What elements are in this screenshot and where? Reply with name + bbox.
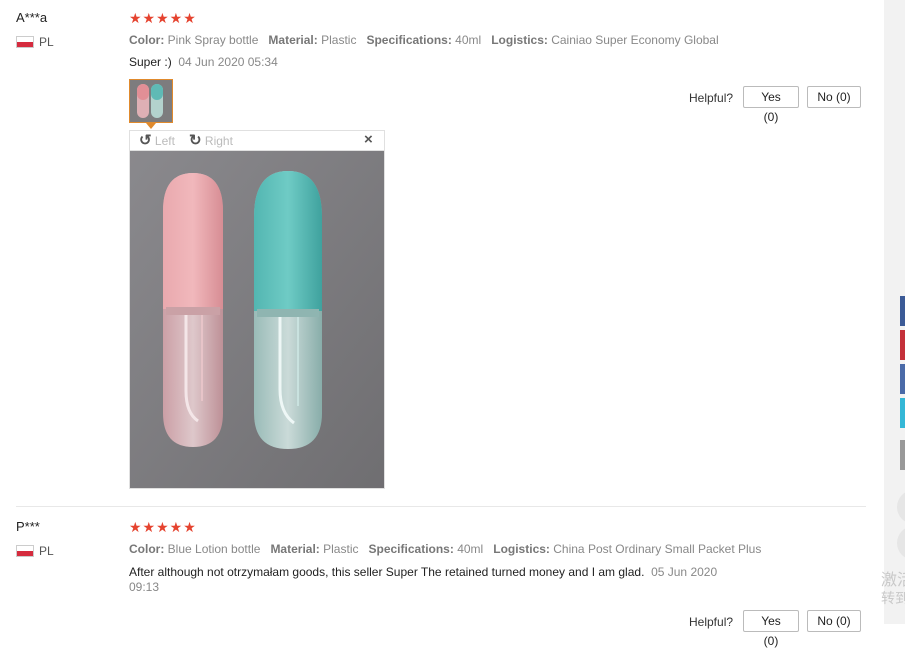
review-time: 09:13: [129, 580, 160, 594]
review-body: After although not otrzymałam goods, thi…: [129, 565, 645, 579]
share-twitter-icon[interactable]: [900, 398, 905, 428]
share-vk-icon[interactable]: [900, 364, 905, 394]
review-photo-thumbnail[interactable]: [129, 79, 173, 123]
rotate-left-icon: ↺: [139, 132, 152, 149]
attr-value: Plastic: [321, 33, 357, 47]
helpful-no-button[interactable]: No (0): [807, 86, 861, 108]
helpful-yes-button[interactable]: Yes (0): [743, 610, 799, 648]
attr-key: Material:: [270, 542, 320, 556]
attr-key: Color:: [129, 542, 165, 556]
attr-key: Logistics:: [491, 33, 548, 47]
attr-value: Cainiao Super Economy Global: [551, 33, 719, 47]
reviewer-name: A***a: [16, 10, 48, 25]
attr-value: 40ml: [457, 542, 484, 556]
close-viewer-icon[interactable]: ×: [364, 131, 373, 148]
review-divider: [16, 506, 866, 507]
attr-value: China Post Ordinary Small Packet Plus: [553, 542, 762, 556]
helpful-no-button[interactable]: No (0): [807, 610, 861, 632]
thumbnail-pointer-icon: [146, 123, 156, 129]
reviewer-country: PL: [39, 544, 54, 558]
review-body: Super :): [129, 55, 172, 69]
attr-value: Plastic: [323, 542, 359, 556]
rotate-left-button[interactable]: ↺ Left: [139, 131, 175, 149]
attr-key: Specifications:: [368, 542, 454, 556]
review-photo-large: [129, 150, 385, 489]
attr-key: Specifications:: [366, 33, 452, 47]
attr-value: Blue Lotion bottle: [167, 542, 261, 556]
attr-key: Color:: [129, 33, 165, 47]
share-pinterest-icon[interactable]: [900, 330, 905, 360]
reviewer-name: P***: [16, 519, 40, 534]
rotate-right-label: Right: [204, 134, 233, 148]
review-text: Super :) 04 Jun 2020 05:34: [129, 54, 278, 70]
reviewer-country: PL: [39, 35, 54, 49]
attr-value: 40ml: [455, 33, 482, 47]
review-date: 05 Jun 2020: [651, 565, 718, 579]
watermark-line-2: 转到: [881, 590, 905, 606]
star-rating: ★★★★★: [129, 10, 197, 26]
rotate-right-icon: ↻: [189, 132, 202, 149]
product-attributes: Color: Pink Spray bottle Material: Plast…: [129, 33, 719, 47]
star-rating: ★★★★★: [129, 519, 197, 535]
country-flag-icon: [16, 544, 34, 562]
helpful-yes-button[interactable]: Yes (0): [743, 86, 799, 124]
attr-key: Logistics:: [493, 542, 550, 556]
share-more-icon[interactable]: [900, 440, 905, 470]
country-flag-icon: [16, 35, 34, 53]
watermark-line-1: 激活: [881, 572, 905, 589]
product-attributes: Color: Blue Lotion bottle Material: Plas…: [129, 542, 761, 556]
helpful-label: Helpful?: [689, 615, 734, 629]
helpful-label: Helpful?: [689, 91, 734, 105]
attr-key: Material:: [268, 33, 318, 47]
review-date: 04 Jun 2020 05:34: [178, 55, 278, 69]
rotate-left-label: Left: [154, 134, 175, 148]
bottles-thumbnail-image: [130, 80, 172, 122]
attr-value: Pink Spray bottle: [167, 33, 259, 47]
rotate-right-button[interactable]: ↻ Right: [189, 131, 233, 149]
review-text: After although not otrzymałam goods, thi…: [129, 564, 759, 580]
bottles-photo-image: [130, 151, 384, 488]
share-facebook-icon[interactable]: [900, 296, 905, 326]
